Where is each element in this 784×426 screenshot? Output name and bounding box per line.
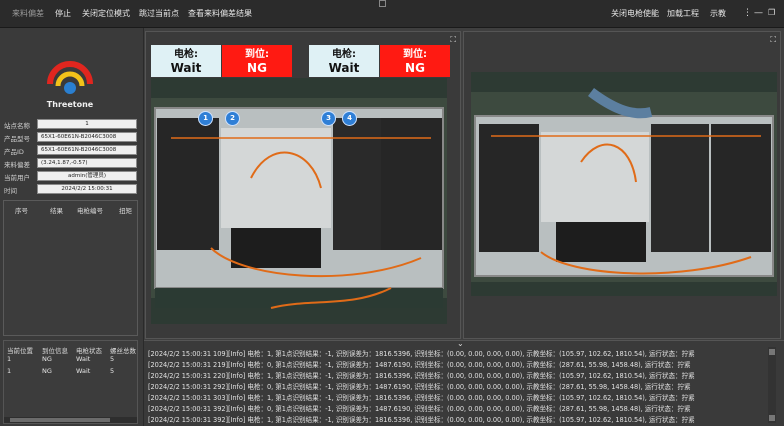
col-screw-total: 螺丝总数 — [110, 347, 136, 355]
col-torque: 扭矩 — [119, 207, 132, 215]
value-product-model: 65X1-60E61N-B2046C3008 — [37, 132, 137, 142]
arrival-status-value: NG — [405, 61, 425, 75]
value-current-user: admin(管理员) — [37, 171, 137, 181]
battery-pack-image — [471, 72, 777, 296]
gun-status-box: 电枪: Wait — [309, 45, 379, 77]
screw-marker[interactable]: 4 — [342, 111, 357, 126]
label-current-user: 当前用户 — [4, 174, 30, 182]
menu-view-deviation-results[interactable]: 查看来料偏差结果 — [188, 8, 252, 19]
gun-status-label: 电枪: — [332, 49, 356, 60]
gun-status-label: 电枪: — [174, 49, 198, 60]
label-product-model: 产品型号 — [4, 135, 30, 143]
horizontal-scrollbar[interactable] — [4, 417, 137, 423]
value-time: 2024/2/2 15:00:31 — [37, 184, 137, 194]
expand-icon[interactable]: ⛶ — [770, 36, 776, 44]
screw-marker[interactable]: 1 — [198, 111, 213, 126]
screw-marker[interactable]: 2 — [225, 111, 240, 126]
value-product-id: 65X1-60E61N-B2046C3008 — [37, 145, 137, 155]
log-line: [2024/2/2 15:00:31 392][Info] 电枪：0, 第1点识… — [148, 405, 691, 413]
logo-text: Threetone — [46, 100, 94, 109]
value-station-name: 1 — [37, 119, 137, 129]
scroll-up-icon[interactable] — [769, 349, 775, 355]
col-result: 结果 — [50, 207, 63, 215]
arrival-status-box: 到位: NG — [222, 45, 292, 77]
label-time: 时间 — [4, 187, 17, 195]
menu-load-project[interactable]: 加载工程 — [667, 8, 699, 19]
menu-teach[interactable]: 示教 — [710, 8, 726, 19]
log-line: [2024/2/2 15:00:31 303][Info] 电枪：1, 第1点识… — [148, 394, 695, 402]
cell-arrival: NG — [42, 355, 52, 363]
gun-status-value: Wait — [328, 61, 360, 75]
label-product-id: 产品ID — [4, 148, 24, 156]
camera-view-left[interactable]: ⛶ 电枪: Wait 到位: NG 电枪: Wait 到位: NG 1 2 3 … — [145, 31, 461, 339]
cell-position: 1 — [7, 355, 12, 363]
col-gun-status: 电枪状态 — [76, 347, 102, 355]
value-incoming-deviation: (3.24,1.87,-0.57) — [37, 158, 137, 168]
restore-icon[interactable]: ❐ — [768, 7, 775, 19]
col-gun-number: 电枪编号 — [77, 207, 103, 215]
cell-position: 1 — [7, 367, 12, 375]
more-icon[interactable]: ⋮ — [743, 7, 752, 19]
cell-screw-total: 5 — [110, 367, 115, 375]
col-arrival-info: 到位信息 — [42, 347, 68, 355]
log-line: [2024/2/2 15:00:31 109][Info] 电枪：1, 第1点识… — [148, 350, 695, 358]
battery-pack-image — [151, 78, 447, 324]
collapse-chevron-icon[interactable]: ⌄ — [457, 339, 464, 348]
vertical-scrollbar[interactable] — [768, 347, 776, 423]
log-line: [2024/2/2 15:00:31 292][Info] 电枪：0, 第1点识… — [148, 383, 691, 391]
arrival-status-box: 到位: NG — [380, 45, 450, 77]
menu-incoming-deviation[interactable]: 来料偏差 — [12, 8, 44, 19]
arrival-status-label: 到位: — [245, 49, 269, 60]
log-line: [2024/2/2 15:00:31 220][Info] 电枪：1, 第1点识… — [148, 372, 695, 380]
menu-skip-current-point[interactable]: 跳过当前点 — [139, 8, 179, 19]
screw-marker[interactable]: 3 — [321, 111, 336, 126]
log-line: [2024/2/2 15:00:31 219][Info] 电枪：0, 第1点识… — [148, 361, 691, 369]
log-panel: ⌄ [2024/2/2 15:00:31 109][Info] 电枪：1, 第1… — [144, 339, 784, 426]
arrival-status-label: 到位: — [403, 49, 427, 60]
arrival-status-value: NG — [247, 61, 267, 75]
scroll-down-icon[interactable] — [769, 415, 775, 421]
minimize-icon[interactable]: — — [754, 7, 763, 19]
cell-gun-status: Wait — [76, 367, 91, 375]
col-index: 序号 — [15, 207, 28, 215]
menu-stop[interactable]: 停止 — [55, 8, 71, 19]
top-toolbar: 来料偏差 停止 关闭定位模式 跳过当前点 查看来料偏差结果 关闭电枪使能 加载工… — [0, 0, 784, 28]
label-incoming-deviation: 来料偏差 — [4, 161, 30, 169]
cell-arrival: NG — [42, 367, 52, 375]
col-current-position: 当前位置 — [7, 347, 33, 355]
camera-view-right[interactable]: ⛶ — [463, 31, 781, 339]
result-table: 序号 结果 电枪编号 扭矩 — [3, 200, 138, 336]
log-line: [2024/2/2 15:00:31 392][Info] 电枪：1, 第1点识… — [148, 416, 695, 424]
left-panel: Threetone 站点名称 1 产品型号 65X1-60E61N-B2046C… — [0, 28, 144, 426]
gun-status-value: Wait — [170, 61, 202, 75]
expand-icon[interactable]: ⛶ — [450, 36, 456, 44]
cell-gun-status: Wait — [76, 355, 91, 363]
cell-screw-total: 5 — [110, 355, 115, 363]
window-handle[interactable] — [379, 0, 386, 7]
menu-disable-gun[interactable]: 关闭电枪使能 — [611, 8, 659, 19]
label-station-name: 站点名称 — [4, 122, 30, 130]
menu-close-positioning-mode[interactable]: 关闭定位模式 — [82, 8, 130, 19]
scrollbar-thumb[interactable] — [10, 418, 110, 422]
logo-mark-icon — [47, 61, 93, 94]
logo: Threetone — [40, 48, 100, 118]
gun-status-box: 电枪: Wait — [151, 45, 221, 77]
position-table: 当前位置 到位信息 电枪状态 螺丝总数 1 NG Wait 5 1 NG Wai… — [3, 340, 138, 424]
